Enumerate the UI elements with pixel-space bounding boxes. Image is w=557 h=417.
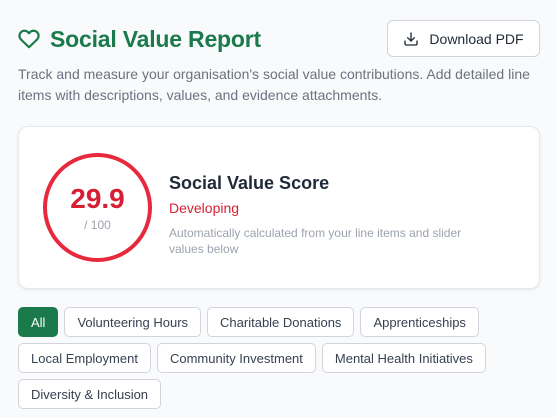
page-header: Social Value Report Download PDF (18, 0, 540, 64)
filter-chip-mental-health[interactable]: Mental Health Initiatives (321, 343, 486, 373)
score-note: Automatically calculated from your line … (169, 226, 462, 256)
filter-chip-volunteering-hours[interactable]: Volunteering Hours (64, 307, 202, 337)
score-info: Social Value Score Developing Automatica… (169, 172, 489, 257)
filter-chip-diversity-inclusion[interactable]: Diversity & Inclusion (18, 379, 162, 409)
score-gauge: 29.9 / 100 (43, 153, 152, 262)
heart-icon (18, 28, 40, 50)
filter-row: Diversity & Inclusion (18, 379, 540, 409)
score-level-badge: Developing (169, 200, 240, 216)
filter-row: All Volunteering Hours Charitable Donati… (18, 307, 540, 337)
filter-chip-apprenticeships[interactable]: Apprenticeships (360, 307, 479, 337)
filter-chip-all[interactable]: All (18, 307, 59, 337)
filter-chip-local-employment[interactable]: Local Employment (18, 343, 151, 373)
page-description: Track and measure your organisation's so… (18, 66, 530, 103)
filter-chip-charitable-donations[interactable]: Charitable Donations (207, 307, 355, 337)
download-pdf-button[interactable]: Download PDF (387, 20, 540, 57)
page-title: Social Value Report (50, 26, 261, 52)
category-filter-bar: All Volunteering Hours Charitable Donati… (18, 307, 540, 415)
download-icon (403, 31, 419, 47)
download-pdf-label: Download PDF (429, 30, 524, 47)
title-group: Social Value Report (18, 25, 261, 53)
score-max: / 100 (84, 217, 111, 232)
score-card: 29.9 / 100 Social Value Score Developing… (18, 126, 540, 289)
score-value: 29.9 (70, 182, 125, 214)
social-value-page: Social Value Report Download PDF Track a… (0, 0, 557, 417)
score-heading: Social Value Score (169, 173, 330, 193)
filter-chip-community-investment[interactable]: Community Investment (156, 343, 316, 373)
filter-row: Local Employment Community Investment Me… (18, 343, 540, 373)
